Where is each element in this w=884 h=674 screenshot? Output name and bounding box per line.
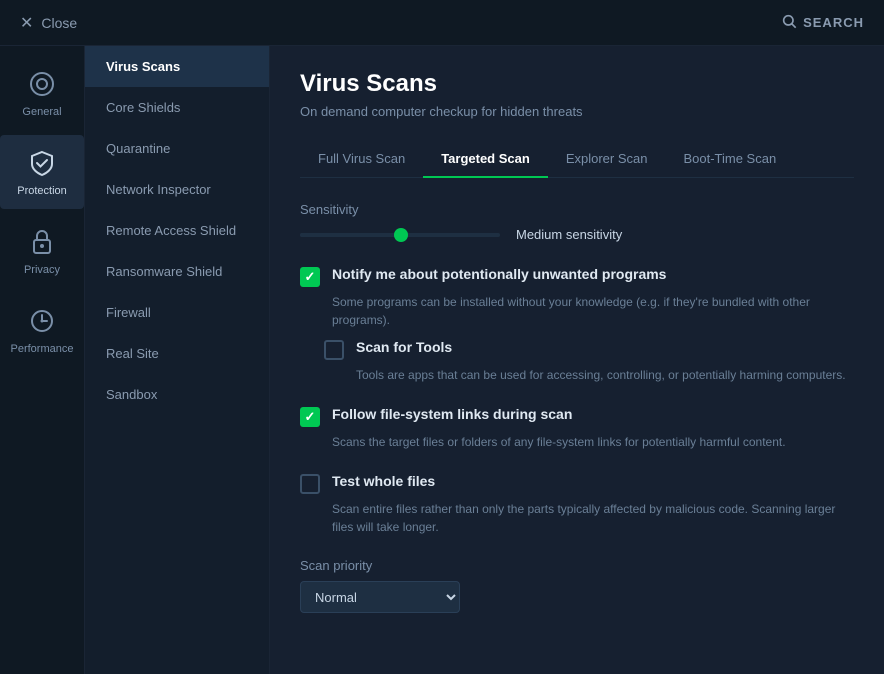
tabs-bar: Full Virus Scan Targeted Scan Explorer S… bbox=[300, 141, 854, 178]
scan-priority-label: Scan priority bbox=[300, 558, 854, 573]
option-test-whole-row: Test whole files bbox=[300, 473, 854, 494]
sidebar-protection-label: Protection bbox=[17, 185, 67, 197]
nav-item-remote-access-shield[interactable]: Remote Access Shield bbox=[85, 210, 269, 251]
nav-item-firewall[interactable]: Firewall bbox=[85, 292, 269, 333]
scan-tools-desc: Tools are apps that can be used for acce… bbox=[356, 366, 854, 384]
nav-item-core-shields[interactable]: Core Shields bbox=[85, 87, 269, 128]
notify-pup-title: Notify me about potentionally unwanted p… bbox=[332, 266, 666, 282]
content-area: Virus Scans On demand computer checkup f… bbox=[270, 46, 884, 674]
sidebar-item-general[interactable]: General bbox=[0, 56, 84, 130]
sidebar-performance-label: Performance bbox=[11, 343, 74, 355]
close-button[interactable]: ✕ Close bbox=[20, 13, 77, 33]
follow-links-desc: Scans the target files or folders of any… bbox=[332, 433, 854, 451]
sensitivity-section: Sensitivity Medium sensitivity bbox=[300, 202, 854, 242]
sidebar-item-privacy[interactable]: Privacy bbox=[0, 214, 84, 288]
scan-tools-row: Scan for Tools bbox=[324, 339, 854, 360]
privacy-icon bbox=[26, 226, 58, 258]
option-follow-links-row: ✓ Follow file-system links during scan bbox=[300, 406, 854, 427]
tab-explorer-scan[interactable]: Explorer Scan bbox=[548, 141, 666, 178]
search-label: SEARCH bbox=[803, 15, 864, 30]
option-test-whole-files: Test whole files Scan entire files rathe… bbox=[300, 473, 854, 536]
nav-item-virus-scans[interactable]: Virus Scans bbox=[85, 46, 269, 87]
option-follow-links: ✓ Follow file-system links during scan S… bbox=[300, 406, 854, 451]
sensitivity-value: Medium sensitivity bbox=[516, 227, 622, 242]
page-title: Virus Scans bbox=[300, 70, 854, 98]
search-icon bbox=[781, 13, 797, 32]
slider-thumb[interactable] bbox=[394, 228, 408, 242]
sub-option-scan-tools: Scan for Tools Tools are apps that can b… bbox=[324, 339, 854, 384]
tab-targeted-scan[interactable]: Targeted Scan bbox=[423, 141, 548, 178]
scan-priority-dropdown[interactable]: Normal Low High bbox=[300, 581, 460, 613]
nav-item-sandbox[interactable]: Sandbox bbox=[85, 374, 269, 415]
page-subtitle: On demand computer checkup for hidden th… bbox=[300, 104, 854, 119]
icon-sidebar: General Protection Privacy bbox=[0, 46, 85, 674]
close-label: Close bbox=[41, 15, 77, 31]
notify-pup-desc: Some programs can be installed without y… bbox=[332, 293, 854, 329]
test-whole-files-desc: Scan entire files rather than only the p… bbox=[332, 500, 854, 536]
search-button[interactable]: SEARCH bbox=[781, 13, 864, 32]
follow-links-title: Follow file-system links during scan bbox=[332, 406, 572, 422]
slider-track[interactable] bbox=[300, 233, 500, 237]
test-whole-files-title: Test whole files bbox=[332, 473, 435, 489]
option-notify-pup-row: ✓ Notify me about potentionally unwanted… bbox=[300, 266, 854, 287]
tab-boot-time-scan[interactable]: Boot-Time Scan bbox=[665, 141, 794, 178]
sidebar-item-protection[interactable]: Protection bbox=[0, 135, 84, 209]
main-content: General Protection Privacy bbox=[0, 46, 884, 674]
checkbox-scan-tools[interactable] bbox=[324, 340, 344, 360]
nav-item-network-inspector[interactable]: Network Inspector bbox=[85, 169, 269, 210]
nav-item-quarantine[interactable]: Quarantine bbox=[85, 128, 269, 169]
checkmark-icon: ✓ bbox=[305, 269, 316, 285]
nav-sidebar: Virus Scans Core Shields Quarantine Netw… bbox=[85, 46, 270, 674]
option-notify-pup: ✓ Notify me about potentionally unwanted… bbox=[300, 266, 854, 384]
sidebar-privacy-label: Privacy bbox=[24, 264, 60, 276]
performance-icon bbox=[26, 305, 58, 337]
checkmark-icon-2: ✓ bbox=[305, 409, 316, 425]
scan-priority-section: Scan priority Normal Low High bbox=[300, 558, 854, 613]
nav-item-real-site[interactable]: Real Site bbox=[85, 333, 269, 374]
protection-icon bbox=[26, 147, 58, 179]
tab-full-virus-scan[interactable]: Full Virus Scan bbox=[300, 141, 423, 178]
checkbox-test-whole-files[interactable] bbox=[300, 474, 320, 494]
checkbox-follow-links[interactable]: ✓ bbox=[300, 407, 320, 427]
nav-item-ransomware-shield[interactable]: Ransomware Shield bbox=[85, 251, 269, 292]
scan-tools-title: Scan for Tools bbox=[356, 339, 452, 355]
slider-fill bbox=[300, 233, 400, 237]
sidebar-general-label: General bbox=[22, 106, 61, 118]
sensitivity-slider-row: Medium sensitivity bbox=[300, 227, 854, 242]
general-icon bbox=[26, 68, 58, 100]
sidebar-item-performance[interactable]: Performance bbox=[0, 293, 84, 367]
checkbox-notify-pup[interactable]: ✓ bbox=[300, 267, 320, 287]
sensitivity-label: Sensitivity bbox=[300, 202, 854, 217]
close-icon: ✕ bbox=[20, 13, 33, 33]
top-bar: ✕ Close SEARCH bbox=[0, 0, 884, 46]
